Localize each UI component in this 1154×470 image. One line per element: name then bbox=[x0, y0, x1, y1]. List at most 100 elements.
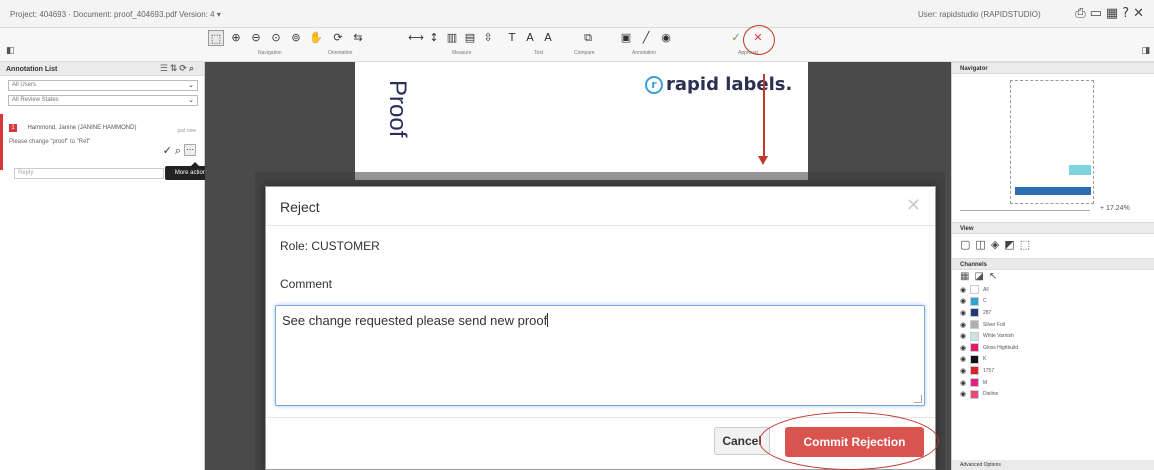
search-icon[interactable]: ⌕ bbox=[189, 64, 196, 74]
channel-name: K bbox=[983, 356, 987, 363]
channel-name: 1757 bbox=[983, 367, 995, 374]
navigator-header[interactable]: Navigator bbox=[952, 62, 1154, 74]
channel-row[interactable]: ◉ Dieline bbox=[952, 388, 1154, 400]
spacing-icon[interactable]: ⇳ bbox=[480, 30, 496, 46]
review-state-filter-select[interactable]: All Review States ⌄ bbox=[8, 95, 198, 106]
divider bbox=[266, 225, 935, 226]
page-thumbnail[interactable] bbox=[1010, 80, 1094, 204]
channel-row[interactable]: ◉ M bbox=[952, 377, 1154, 389]
channel-row[interactable]: ◉ All bbox=[952, 284, 1154, 296]
view-tools: ▢◫◈◩⬚ bbox=[952, 234, 1154, 258]
toolbar-group-measure: Measure bbox=[452, 50, 472, 56]
eye-icon[interactable]: ◉ bbox=[960, 309, 970, 317]
collapse-left-icon[interactable]: ◧ bbox=[6, 46, 15, 56]
right-panel: Navigator + 17.24% View ▢◫◈◩⬚ Channels ▦… bbox=[951, 62, 1154, 470]
toolbar-group-compare: Compare bbox=[574, 50, 595, 56]
channel-row[interactable]: ◉ White Varnish bbox=[952, 330, 1154, 342]
channel-grid-icon[interactable]: ▦ bbox=[960, 271, 974, 282]
window-icon[interactable]: ▭ bbox=[1090, 6, 1106, 21]
user-filter-select[interactable]: All Users ⌄ bbox=[8, 80, 198, 91]
pin-annotation-icon[interactable]: ◉ bbox=[658, 30, 674, 46]
pen-annotation-icon[interactable]: ╱ bbox=[638, 30, 654, 46]
rotate-icon[interactable]: ⟳ bbox=[330, 30, 346, 46]
channel-tools: ▦◪↖ bbox=[952, 270, 1154, 284]
compare-icon[interactable]: ⧉ bbox=[580, 30, 596, 46]
eye-icon[interactable]: ◉ bbox=[960, 297, 970, 305]
barcode-icon[interactable]: ▥ bbox=[444, 30, 460, 46]
project-info[interactable]: Project: 404693 · Document: proof_404693… bbox=[10, 10, 221, 19]
view-layers-icon[interactable]: ◫ bbox=[975, 238, 990, 251]
eye-icon[interactable]: ◉ bbox=[960, 321, 970, 329]
measure-vertical-icon[interactable]: ↕ bbox=[426, 30, 442, 46]
annotation-arrow-line bbox=[763, 74, 765, 158]
annotation-item[interactable]: 1 Hammond, Janine (JANINE HAMMOND) Pleas… bbox=[0, 114, 204, 170]
pan-icon[interactable]: ✋ bbox=[308, 30, 324, 46]
dialog-title: Reject bbox=[280, 199, 320, 215]
rectangle-annotation-icon[interactable]: ▣ bbox=[618, 30, 634, 46]
eye-icon[interactable]: ◉ bbox=[960, 367, 970, 375]
reply-input[interactable]: Reply bbox=[14, 168, 164, 179]
eye-icon[interactable]: ◉ bbox=[960, 286, 970, 294]
view-single-icon[interactable]: ▢ bbox=[960, 238, 975, 251]
sort-icon[interactable]: ⇅ bbox=[170, 64, 180, 74]
channel-row[interactable]: ◉ Silver Foil bbox=[952, 319, 1154, 331]
view-frame-icon[interactable]: ⬚ bbox=[1020, 238, 1035, 251]
eye-icon[interactable]: ◉ bbox=[960, 344, 970, 352]
zoom-width-icon[interactable]: ⊚ bbox=[288, 30, 304, 46]
density-icon[interactable]: ▤ bbox=[462, 30, 478, 46]
user-info: User: rapidstudio (RAPIDSTUDIO) bbox=[918, 10, 1041, 19]
channel-row[interactable]: ◉ 287 bbox=[952, 307, 1154, 319]
more-actions-button[interactable]: ⋯ bbox=[184, 144, 196, 156]
eye-icon[interactable]: ◉ bbox=[960, 390, 970, 398]
eye-icon[interactable]: ◉ bbox=[960, 355, 970, 363]
ruler-icon[interactable]: ⟷ bbox=[408, 30, 424, 46]
channel-name: Silver Foil bbox=[983, 321, 1005, 328]
zoom-to-annotation-icon[interactable]: ⌕ bbox=[175, 144, 181, 157]
collapse-right-icon[interactable]: ◨ bbox=[1141, 46, 1150, 56]
commit-highlight-ellipse bbox=[759, 412, 939, 470]
channel-swatch bbox=[970, 285, 979, 295]
channel-arrow-icon[interactable]: ↖ bbox=[989, 271, 1002, 282]
channel-row[interactable]: ◉ C bbox=[952, 296, 1154, 308]
advanced-options-header[interactable]: Advanced Options bbox=[952, 460, 1154, 470]
channel-row[interactable]: ◉ Gloss Highbuild bbox=[952, 342, 1154, 354]
channel-row[interactable]: ◉ K bbox=[952, 354, 1154, 366]
zoom-in-icon[interactable]: ⊕ bbox=[228, 30, 244, 46]
zoom-slider[interactable] bbox=[960, 210, 1090, 211]
channel-mode-icon[interactable]: ◪ bbox=[974, 271, 988, 282]
approve-icon[interactable]: ✓ bbox=[728, 30, 744, 46]
grid-icon[interactable]: ▦ bbox=[1106, 6, 1122, 21]
channel-row[interactable]: ◉ 1757 bbox=[952, 365, 1154, 377]
role-text: Role: CUSTOMER bbox=[280, 239, 380, 253]
filter-icon[interactable]: ☰ bbox=[160, 64, 170, 74]
view-separations-icon[interactable]: ◈ bbox=[991, 238, 1004, 251]
checkmark-icon[interactable]: ✓ bbox=[163, 144, 172, 157]
comment-textarea[interactable]: See change requested please send new pro… bbox=[275, 305, 925, 406]
zoom-out-icon[interactable]: ⊖ bbox=[248, 30, 264, 46]
toolbar-group-text: Text bbox=[534, 50, 544, 56]
close-icon[interactable]: ✕ bbox=[906, 195, 921, 216]
refresh-icon[interactable]: ⟳ bbox=[179, 64, 189, 74]
top-icons: ⎙▭▦?✕ bbox=[1075, 6, 1148, 21]
channel-swatch bbox=[970, 331, 979, 341]
select-tool-icon[interactable]: ⬚ bbox=[208, 30, 224, 46]
channels-header[interactable]: Channels bbox=[952, 258, 1154, 270]
resize-handle-icon[interactable] bbox=[914, 395, 922, 403]
view-overlay-icon[interactable]: ◩ bbox=[1004, 238, 1019, 251]
eye-icon[interactable]: ◉ bbox=[960, 332, 970, 340]
flip-icon[interactable]: ⇆ bbox=[350, 30, 366, 46]
font-icon[interactable]: A bbox=[522, 30, 538, 46]
close-icon[interactable]: ✕ bbox=[1133, 6, 1148, 21]
view-header[interactable]: View bbox=[952, 222, 1154, 234]
text-size-icon[interactable]: T bbox=[504, 30, 520, 46]
zoom-fit-icon[interactable]: ⊙ bbox=[268, 30, 284, 46]
navigator[interactable]: + 17.24% bbox=[952, 74, 1154, 222]
channel-list: ◉ All ◉ C ◉ 287 ◉ Silver Foil ◉ White Varnish ◉ Glo… bbox=[952, 284, 1154, 400]
toolbar-group-orientation: Orientation bbox=[328, 50, 353, 56]
help-icon[interactable]: ? bbox=[1122, 6, 1133, 21]
channel-swatch bbox=[970, 343, 979, 353]
text-compare-icon[interactable]: A bbox=[540, 30, 556, 46]
reject-highlight-circle bbox=[743, 25, 775, 55]
print-icon[interactable]: ⎙ bbox=[1075, 6, 1089, 21]
eye-icon[interactable]: ◉ bbox=[960, 379, 970, 387]
